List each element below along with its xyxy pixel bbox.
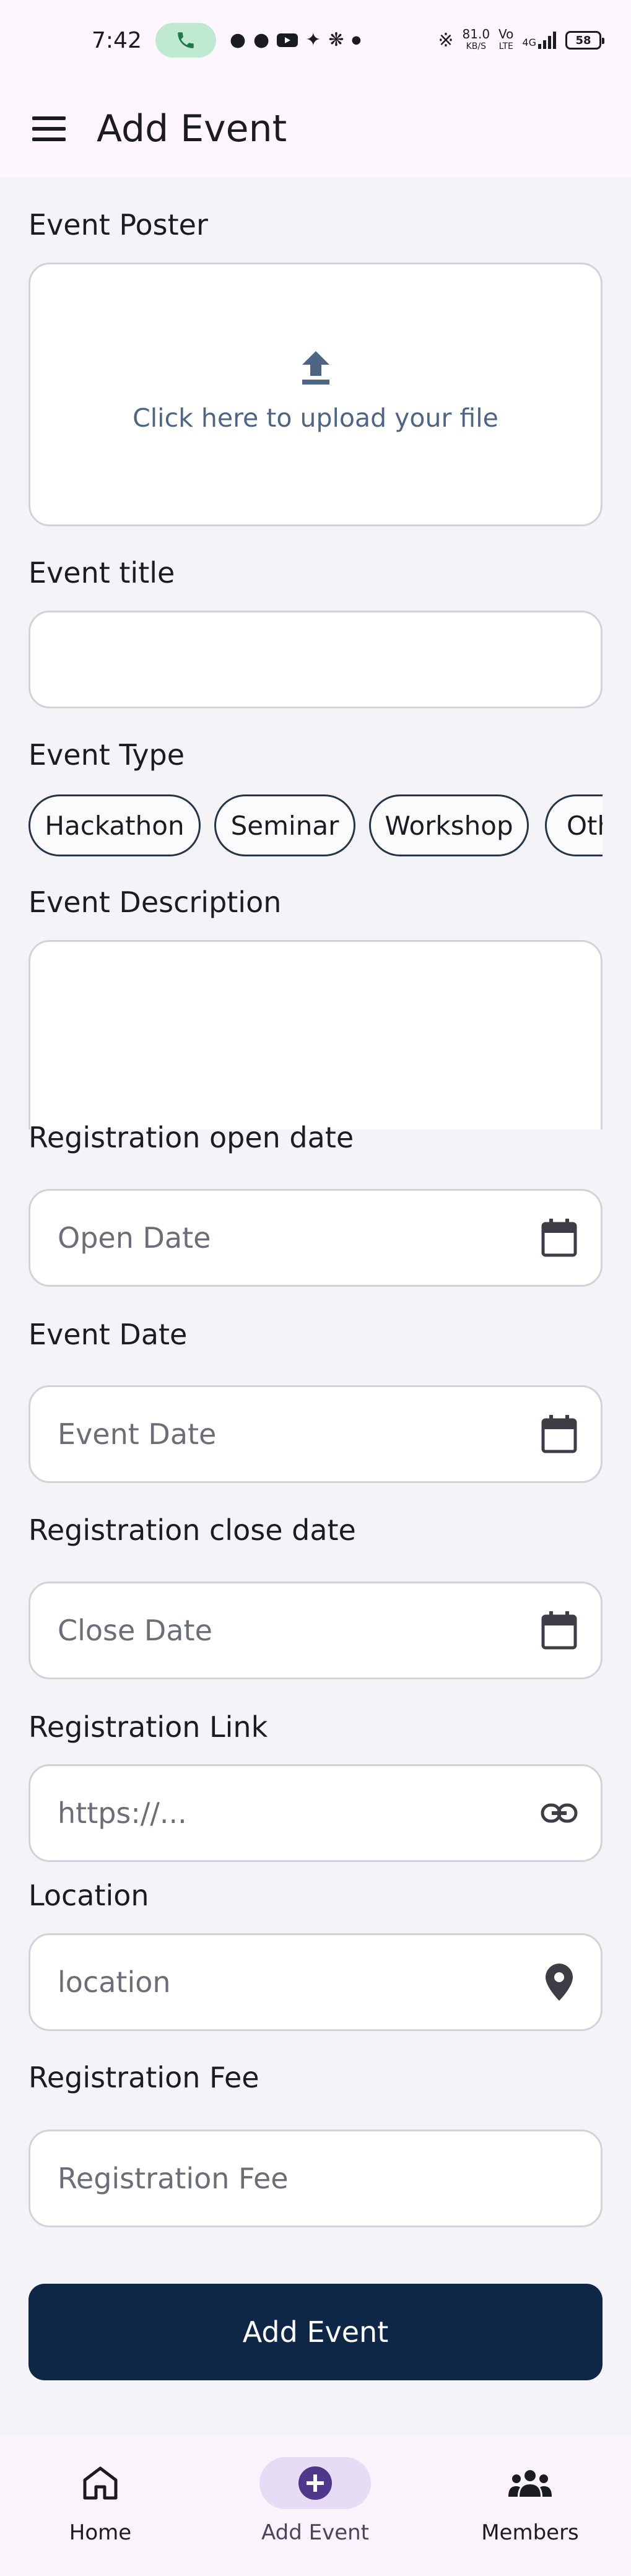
event-date-placeholder: Event Date	[58, 1417, 217, 1451]
open-date-label: Registration open date	[28, 1121, 354, 1154]
description-input[interactable]	[28, 940, 603, 1129]
menu-icon[interactable]	[30, 110, 68, 148]
notification-icons: ● ● ✦ ❋ ●	[230, 31, 361, 50]
chip-workshop[interactable]: Workshop	[369, 794, 529, 856]
chip-other[interactable]: Oth	[545, 794, 603, 856]
nav-item-home[interactable]: Home	[38, 2457, 162, 2545]
close-date-label: Registration close date	[28, 1513, 356, 1547]
location-input[interactable]: location	[28, 1933, 603, 2031]
nav-members-icon-wrap	[474, 2457, 586, 2509]
description-label: Event Description	[28, 886, 282, 919]
add-circle-icon	[298, 2466, 332, 2500]
location-pin-icon	[539, 1962, 580, 2003]
bluetooth-icon: ※	[438, 29, 454, 51]
link-input[interactable]: https://...	[28, 1764, 603, 1862]
calendar-icon[interactable]	[539, 1414, 580, 1455]
chip-seminar[interactable]: Seminar	[214, 794, 355, 856]
type-label: Event Type	[28, 738, 185, 772]
title-label: Event title	[28, 556, 175, 590]
page-title: Add Event	[97, 107, 287, 150]
dot-icon: ●	[351, 33, 362, 46]
event-type-chips: Hackathon Seminar Workshop Oth	[28, 794, 603, 859]
chip-hackathon[interactable]: Hackathon	[28, 794, 201, 856]
upload-icon	[302, 351, 329, 385]
battery-icon: 58	[565, 31, 604, 50]
app-bar: Add Event	[0, 80, 631, 177]
nav-home-icon-wrap	[45, 2457, 156, 2509]
nav-label-members: Members	[481, 2520, 579, 2545]
system-indicators: ※ 81.0 KB/S Vo LTE 4G 58	[438, 28, 604, 53]
location-placeholder: location	[58, 1965, 171, 1999]
volte-bottom: LTE	[498, 41, 513, 51]
close-date-placeholder: Close Date	[58, 1614, 212, 1647]
snapchat-icon: ●	[229, 29, 246, 51]
poster-upload-area[interactable]: Click here to upload your file	[28, 263, 603, 526]
battery-level: 58	[575, 33, 591, 47]
volte-top: Vo	[498, 27, 514, 41]
network-type-label: 4G	[522, 37, 536, 48]
open-date-placeholder: Open Date	[58, 1221, 211, 1255]
network-type: 4G	[522, 32, 557, 49]
link-placeholder: https://...	[58, 1796, 187, 1830]
status-time: 7:42	[92, 27, 142, 53]
fee-placeholder: Registration Fee	[58, 2162, 289, 2195]
fee-input[interactable]: Registration Fee	[28, 2130, 603, 2227]
phone-icon	[178, 32, 194, 48]
pinwheel-icon: ❋	[328, 29, 344, 51]
nav-item-members[interactable]: Members	[468, 2457, 592, 2545]
add-event-button[interactable]: Add Event	[28, 2284, 603, 2380]
ongoing-call-chip[interactable]	[155, 23, 216, 58]
group-icon	[508, 2470, 552, 2497]
calendar-icon[interactable]	[539, 1610, 580, 1651]
upload-prompt: Click here to upload your file	[30, 351, 601, 433]
status-bar: 7:42 ● ● ✦ ❋ ● ※ 81.0 KB/S Vo LTE 4G 58	[0, 0, 631, 80]
fee-label: Registration Fee	[28, 2061, 259, 2094]
network-speed: 81.0 KB/S	[463, 28, 490, 53]
volte-indicator: Vo LTE	[498, 28, 513, 53]
poster-label: Event Poster	[28, 208, 208, 242]
location-label: Location	[28, 1879, 149, 1912]
nav-label-home: Home	[69, 2520, 132, 2545]
bolt-icon: ✦	[305, 29, 321, 51]
signal-icon	[538, 32, 556, 49]
network-speed-unit: KB/S	[466, 41, 486, 51]
app-notification-icon: ●	[253, 29, 270, 51]
title-input[interactable]	[28, 611, 603, 708]
open-date-input[interactable]: Open Date	[28, 1189, 603, 1287]
bottom-navigation: Home Add Event Members	[0, 2436, 631, 2576]
nav-item-add-event[interactable]: Add Event	[253, 2457, 377, 2545]
nav-label-add-event: Add Event	[261, 2520, 370, 2545]
home-icon	[83, 2466, 118, 2500]
close-date-input[interactable]: Close Date	[28, 1582, 603, 1679]
nav-add-event-icon-wrap	[259, 2457, 371, 2509]
link-icon	[539, 1793, 580, 1834]
upload-text: Click here to upload your file	[133, 403, 498, 433]
link-label: Registration Link	[28, 1710, 268, 1744]
event-date-label: Event Date	[28, 1318, 188, 1351]
network-speed-value: 81.0	[462, 27, 490, 41]
calendar-icon[interactable]	[539, 1217, 580, 1258]
youtube-icon	[277, 33, 298, 47]
event-date-input[interactable]: Event Date	[28, 1385, 603, 1483]
